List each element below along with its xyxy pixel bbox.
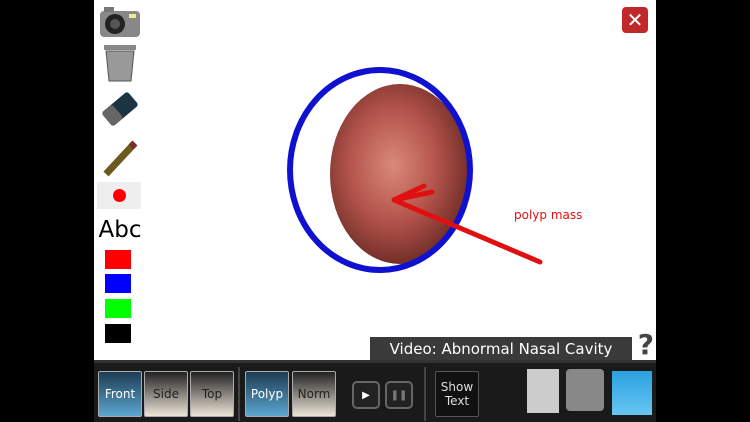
norm-button[interactable]: Norm xyxy=(292,371,336,417)
clapperboard-icon[interactable] xyxy=(612,371,652,415)
annotation-drawing xyxy=(287,67,543,273)
bottom-toolbar: Front Side Top Polyp Norm ▶ ❚❚ Show Text xyxy=(94,360,656,422)
show-text-button[interactable]: Show Text xyxy=(435,371,479,417)
view-top-button[interactable]: Top xyxy=(190,371,234,417)
drawing-canvas[interactable]: Abc ✕ polyp mass Video: Abnormal Nasal C… xyxy=(94,0,656,361)
play-button[interactable]: ▶ xyxy=(352,381,380,409)
divider xyxy=(424,367,426,421)
annotation-text: polyp mass xyxy=(514,208,583,222)
polyp-button[interactable]: Polyp xyxy=(245,371,289,417)
show-text-label: Show xyxy=(440,380,474,394)
path-icon[interactable] xyxy=(566,369,604,411)
divider xyxy=(238,367,240,421)
video-title: Video: Abnormal Nasal Cavity xyxy=(370,337,632,360)
view-front-button[interactable]: Front xyxy=(98,371,142,417)
help-button[interactable]: ? xyxy=(638,328,654,361)
show-text-label: Text xyxy=(444,394,470,408)
view-side-button[interactable]: Side xyxy=(144,371,188,417)
pause-button[interactable]: ❚❚ xyxy=(385,381,413,409)
runner-icon[interactable] xyxy=(527,369,559,413)
